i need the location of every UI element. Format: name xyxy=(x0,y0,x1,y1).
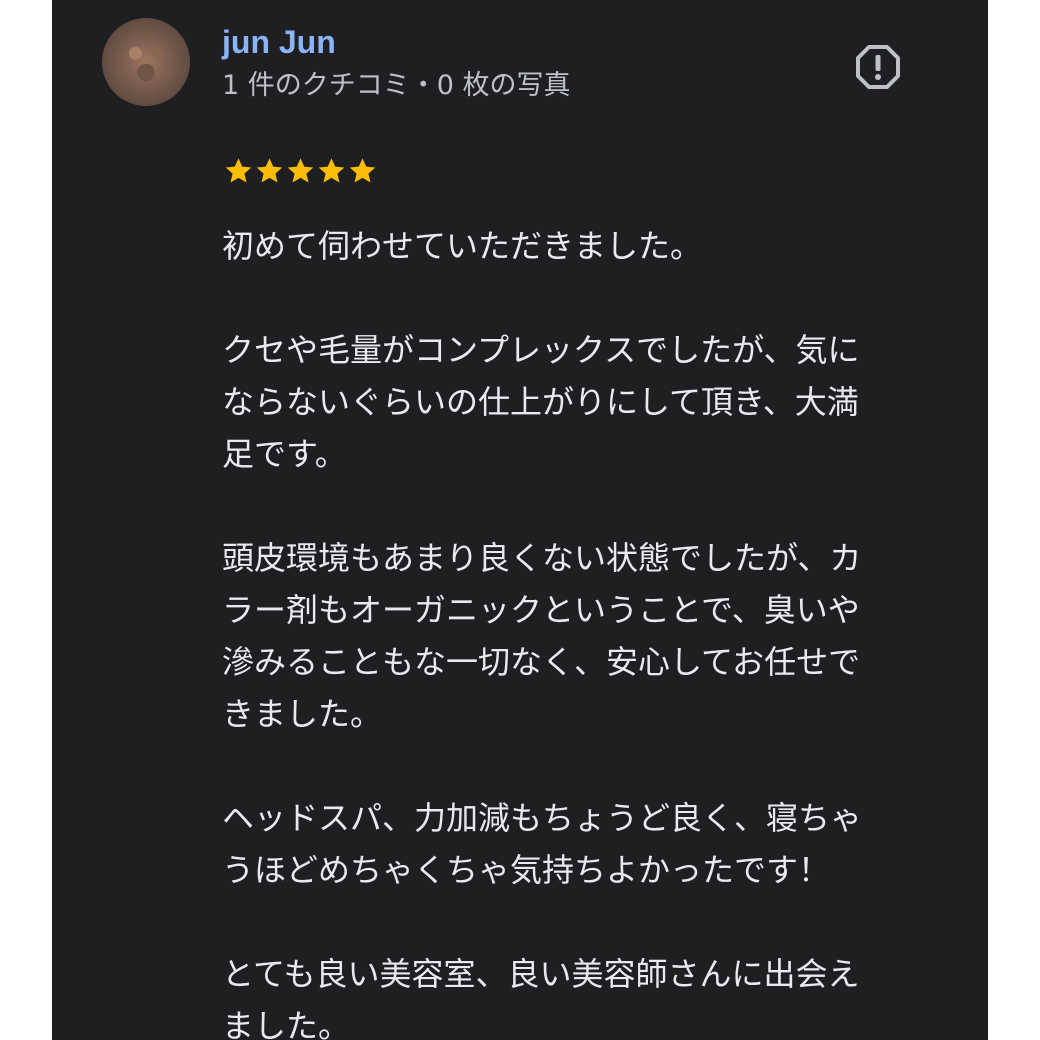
review-paragraph: ヘッドスパ、力加減もちょうど良く、寝ちゃ うほどめちゃくちゃ気持ちよかったです！ xyxy=(222,792,942,896)
review-paragraph: クセや毛量がコンプレックスでしたが、気に ならないぐらいの仕上がりにして頂き、大満… xyxy=(222,324,942,480)
review-paragraph: とても良い美容室、良い美容師さんに出会えました。 xyxy=(222,948,942,1040)
star-icon xyxy=(287,158,314,183)
review-paragraph: 頭皮環境もあまり良くない状態でしたが、カ ラー剤もオーガニックということで、臭いや… xyxy=(222,532,942,740)
review-card: jun Jun 1 件のクチコミ・0 枚の写真 初めて伺わせていただきました。ク… xyxy=(52,0,988,1040)
star-rating xyxy=(223,151,378,191)
review-line: とても良い美容室、良い美容師さんに出会え xyxy=(222,955,860,993)
avatar[interactable] xyxy=(102,18,190,106)
review-line: きました。 xyxy=(222,695,383,733)
review-line: 頭皮環境もあまり良くない状態でしたが、カ xyxy=(222,539,862,577)
review-line: 滲みることもな一切なく、安心してお任せで xyxy=(222,643,861,681)
review-line: ヘッドスパ、力加減もちょうど良く、寝ちゃ xyxy=(222,799,863,837)
review-line: ラー剤もオーガニックということで、臭いや xyxy=(222,591,860,629)
author-review-count: 1 件のクチコミ・0 枚の写真 xyxy=(222,70,571,101)
review-paragraph: 初めて伺わせていただきました。 xyxy=(222,220,942,272)
star-icon xyxy=(318,158,345,183)
author-name[interactable]: jun Jun xyxy=(222,20,336,64)
review-line: うほどめちゃくちゃ気持ちよかったです！ xyxy=(222,851,831,889)
star-icon xyxy=(349,158,376,183)
report-octagon-icon xyxy=(856,45,900,89)
review-text: 初めて伺わせていただきました。クセや毛量がコンプレックスでしたが、気に ならないぐ… xyxy=(222,220,942,1040)
review-line: 初めて伺わせていただきました。 xyxy=(222,227,703,265)
review-line: 足です。 xyxy=(222,435,347,473)
review-line: ならないぐらいの仕上がりにして頂き、大満 xyxy=(222,383,859,421)
review-line: クセや毛量がコンプレックスでしたが、気に xyxy=(222,331,860,369)
star-icon xyxy=(225,158,252,183)
star-icon xyxy=(256,158,283,183)
report-button[interactable] xyxy=(855,44,901,90)
review-line: ました。 xyxy=(222,1007,351,1040)
